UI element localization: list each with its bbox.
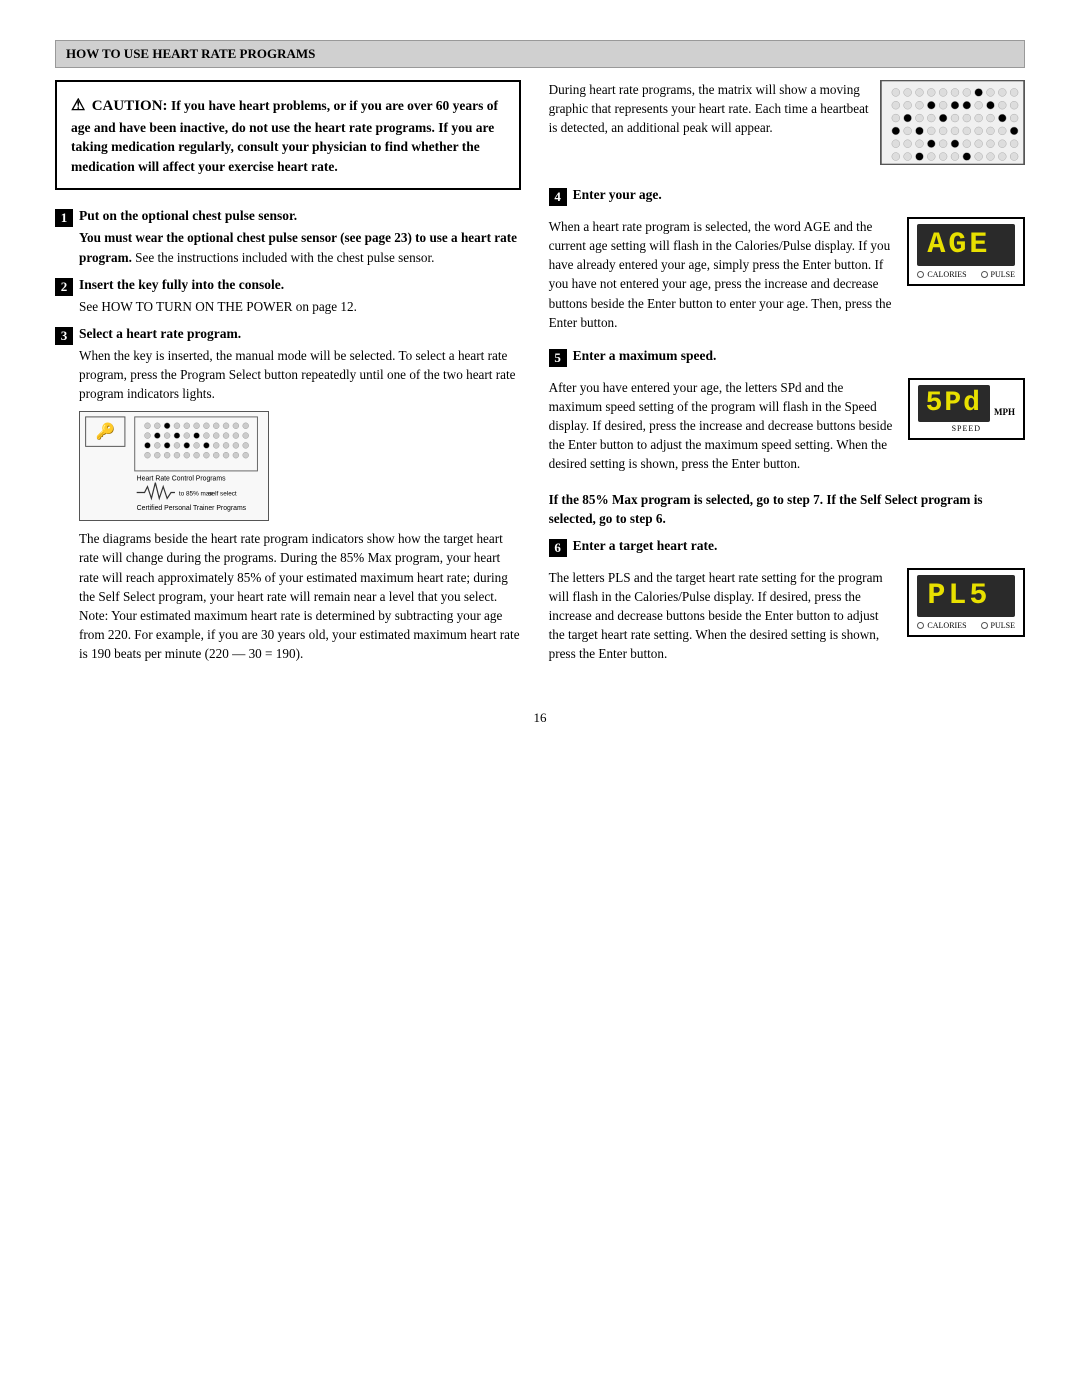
step-5-header: 5 Enter a maximum speed. xyxy=(549,348,1025,368)
step-4-title: Enter your age. xyxy=(573,187,1025,203)
age-display-box: AGE CALORIES PULSE xyxy=(907,217,1025,286)
step-3-body: When the key is inserted, the manual mod… xyxy=(79,346,521,663)
pls-calories-circle xyxy=(917,622,924,629)
pulse-circle xyxy=(981,271,988,278)
step-6: 6 Enter a target heart rate. PL5 xyxy=(549,538,1025,664)
step-1-rest: See the instructions included with the c… xyxy=(132,250,435,265)
step-3-content: Select a heart rate program. When the ke… xyxy=(79,326,521,669)
step-3-title: Select a heart rate program. xyxy=(79,326,521,342)
pls-display-wrapper: PL5 CALORIES PULSE xyxy=(907,568,1025,637)
age-display: AGE xyxy=(917,224,1015,266)
right-column: During heart rate programs, the matrix w… xyxy=(549,80,1025,680)
right-intro-section: During heart rate programs, the matrix w… xyxy=(549,80,1025,173)
svg-text:self select: self select xyxy=(208,491,237,498)
step-4-body-area: AGE CALORIES PULSE xyxy=(549,217,1025,332)
pls-calories-label: CALORIES xyxy=(917,621,966,630)
speed-sub-label: SPEED xyxy=(918,424,1015,433)
svg-text:Heart Rate Control Programs: Heart Rate Control Programs xyxy=(137,476,226,483)
step-6-number: 6 xyxy=(549,539,567,557)
console-diagram: 🔑 xyxy=(79,411,269,521)
bold-note: If the 85% Max program is selected, go t… xyxy=(549,490,1025,528)
calories-circle xyxy=(917,271,924,278)
pls-display: PL5 xyxy=(917,575,1015,617)
step-6-body-area: PL5 CALORIES PULSE xyxy=(549,568,1025,664)
caution-icon: ⚠ xyxy=(71,97,85,114)
pls-display-box: PL5 CALORIES PULSE xyxy=(907,568,1025,637)
step-2: 2 Insert the key fully into the console.… xyxy=(55,277,521,316)
section-header: HOW TO USE HEART RATE PROGRAMS xyxy=(55,40,1025,68)
step-5-title: Enter a maximum speed. xyxy=(573,348,1025,364)
step-1-body: You must wear the optional chest pulse s… xyxy=(79,228,521,266)
step-2-number: 2 xyxy=(55,278,73,296)
step-6-content: Enter a target heart rate. xyxy=(573,538,1025,558)
step-5-body-area: 5Pd MPH SPEED After you have entered you… xyxy=(549,378,1025,474)
step-5-number: 5 xyxy=(549,349,567,367)
step-4: 4 Enter your age. AGE xyxy=(549,187,1025,332)
age-display-wrapper: AGE CALORIES PULSE xyxy=(907,217,1025,286)
section-title: HOW TO USE HEART RATE PROGRAMS xyxy=(66,46,315,61)
step-1-number: 1 xyxy=(55,209,73,227)
pls-display-labels: CALORIES PULSE xyxy=(917,621,1015,630)
pls-pulse-circle xyxy=(981,622,988,629)
caution-box: ⚠ CAUTION: If you have heart problems, o… xyxy=(55,80,521,190)
step-2-text: See HOW TO TURN ON THE POWER on page 12. xyxy=(79,299,357,314)
step-3-after: The diagrams beside the heart rate progr… xyxy=(79,529,521,663)
spd-display: 5Pd xyxy=(918,385,990,422)
age-display-labels: CALORIES PULSE xyxy=(917,270,1015,279)
step-3-number: 3 xyxy=(55,327,73,345)
step-6-title: Enter a target heart rate. xyxy=(573,538,1025,554)
step-1: 1 Put on the optional chest pulse sensor… xyxy=(55,208,521,266)
page-number: 16 xyxy=(55,710,1025,726)
two-column-layout: ⚠ CAUTION: If you have heart problems, o… xyxy=(55,80,1025,680)
caution-title: CAUTION: xyxy=(92,98,168,114)
step-4-number: 4 xyxy=(549,188,567,206)
step-2-body: See HOW TO TURN ON THE POWER on page 12. xyxy=(79,297,521,316)
page-layout: HOW TO USE HEART RATE PROGRAMS ⚠ CAUTION… xyxy=(55,40,1025,726)
spd-display-box: 5Pd MPH SPEED xyxy=(908,378,1025,440)
svg-text:Certified Personal Trainer Pro: Certified Personal Trainer Programs xyxy=(137,505,247,512)
step-2-content: Insert the key fully into the console. S… xyxy=(79,277,521,316)
calories-label: CALORIES xyxy=(917,270,966,279)
step-4-header: 4 Enter your age. xyxy=(549,187,1025,207)
step-3-intro: When the key is inserted, the manual mod… xyxy=(79,346,521,403)
pls-pulse-label: PULSE xyxy=(981,621,1015,630)
matrix-dot-display xyxy=(880,80,1025,165)
svg-text:🔑: 🔑 xyxy=(95,422,115,441)
step-4-content: Enter your age. xyxy=(573,187,1025,207)
step-6-header: 6 Enter a target heart rate. xyxy=(549,538,1025,558)
left-column: ⚠ CAUTION: If you have heart problems, o… xyxy=(55,80,521,680)
step-5: 5 Enter a maximum speed. 5Pd M xyxy=(549,348,1025,474)
step-1-content: Put on the optional chest pulse sensor. … xyxy=(79,208,521,266)
spd-display-wrapper: 5Pd MPH SPEED xyxy=(908,378,1025,440)
step-3: 3 Select a heart rate program. When the … xyxy=(55,326,521,669)
step-1-title: Put on the optional chest pulse sensor. xyxy=(79,208,521,224)
step-5-content: Enter a maximum speed. xyxy=(573,348,1025,368)
pulse-label: PULSE xyxy=(981,270,1015,279)
mph-label: MPH xyxy=(994,407,1015,417)
step-2-title: Insert the key fully into the console. xyxy=(79,277,521,293)
spd-display-row: 5Pd MPH xyxy=(918,385,1015,422)
